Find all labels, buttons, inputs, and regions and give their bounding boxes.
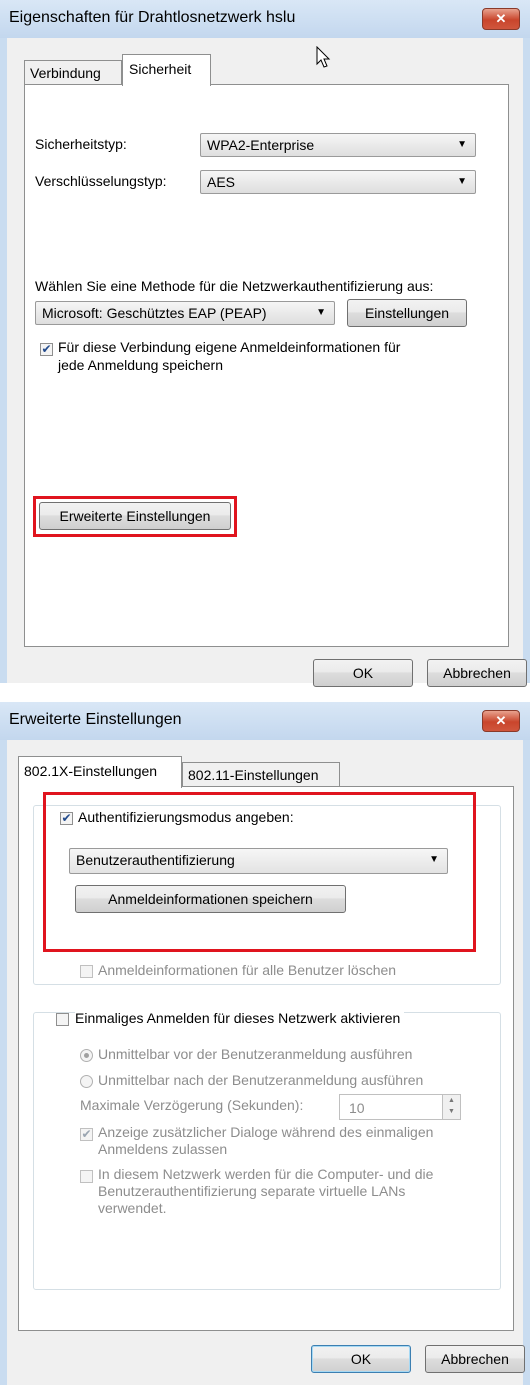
radio-after-logon[interactable]	[80, 1075, 93, 1088]
additional-dialogs-checkbox[interactable]: ✔	[80, 1128, 93, 1141]
additional-dialogs-label-line1: Anzeige zusätzlicher Dialoge während des…	[98, 1124, 434, 1140]
tab-sicherheit[interactable]: Sicherheit	[122, 54, 211, 86]
remember-credentials-checkbox[interactable]: ✔	[40, 343, 53, 356]
delete-credentials-checkbox[interactable]	[80, 965, 93, 978]
separate-vlan-checkbox[interactable]	[80, 1170, 93, 1183]
dialog-client-area: 802.1X-Einstellungen 802.11-Einstellunge…	[7, 740, 525, 1385]
additional-dialogs-label-line2: Anmeldens zulassen	[98, 1141, 228, 1157]
encryption-type-select[interactable]: AES ▼	[200, 170, 476, 194]
title-bar[interactable]: Erweiterte Einstellungen ✕	[0, 702, 530, 740]
checkmark-icon: ✔	[41, 342, 52, 356]
security-type-select[interactable]: WPA2-Enterprise ▼	[200, 133, 476, 157]
title-bar[interactable]: Eigenschaften für Drahtlosnetzwerk hslu …	[0, 0, 530, 38]
remember-credentials-label-line1: Für diese Verbindung eigene Anmeldeinfor…	[58, 339, 401, 355]
chevron-down-icon: ▼	[457, 176, 467, 187]
auth-method-select[interactable]: Microsoft: Geschütztes EAP (PEAP) ▼	[35, 301, 335, 325]
sso-label: Einmaliges Anmelden für dieses Netzwerk …	[75, 1010, 405, 1026]
chevron-down-icon: ▼	[316, 307, 326, 318]
8021x-tab-panel: ✔ Authentifizierungsmodus angeben: Benut…	[18, 786, 514, 1331]
sso-checkbox[interactable]	[56, 1013, 69, 1026]
close-button[interactable]: ✕	[482, 8, 520, 30]
security-type-value: WPA2-Enterprise	[207, 137, 315, 153]
remember-credentials-label-line2: jede Anmeldung speichern	[58, 357, 224, 373]
highlight-box	[43, 792, 476, 952]
chevron-down-icon: ▼	[457, 139, 467, 150]
tab-8021x[interactable]: 802.1X-Einstellungen	[18, 756, 182, 788]
encryption-type-label: Verschlüsselungstyp:	[35, 173, 167, 189]
tab-verbindung[interactable]: Verbindung	[24, 60, 122, 85]
wireless-properties-dialog: Eigenschaften für Drahtlosnetzwerk hslu …	[0, 0, 530, 687]
tab-80211[interactable]: 802.11-Einstellungen	[182, 762, 340, 787]
settings-button[interactable]: Einstellungen	[347, 299, 467, 327]
checkmark-icon: ✔	[81, 1127, 92, 1141]
auth-method-value: Microsoft: Geschütztes EAP (PEAP)	[42, 305, 267, 321]
separate-vlan-label-line3: verwendet.	[98, 1200, 167, 1216]
cancel-button[interactable]: Abbrechen	[427, 659, 527, 687]
cancel-button[interactable]: Abbrechen	[425, 1345, 525, 1373]
advanced-settings-dialog: Erweiterte Einstellungen ✕ 802.1X-Einste…	[0, 702, 530, 1385]
ok-button[interactable]: OK	[311, 1345, 411, 1373]
separate-vlan-label-line2: Benutzerauthentifizierung separate virtu…	[98, 1183, 406, 1199]
auth-method-label: Wählen Sie eine Methode für die Netzwerk…	[35, 278, 434, 294]
radio-after-logon-label: Unmittelbar nach der Benutzeranmeldung a…	[98, 1072, 424, 1088]
spinner-arrows[interactable]: ▲ ▼	[442, 1095, 460, 1119]
radio-before-logon-label: Unmittelbar vor der Benutzeranmeldung au…	[98, 1046, 413, 1062]
advanced-settings-button[interactable]: Erweiterte Einstellungen	[39, 502, 231, 530]
security-type-label: Sicherheitstyp:	[35, 136, 127, 152]
encryption-type-value: AES	[207, 174, 236, 190]
security-tab-panel: Sicherheitstyp: WPA2-Enterprise ▼ Versch…	[24, 84, 509, 647]
spin-down-icon[interactable]: ▼	[443, 1106, 460, 1117]
dialog-title: Eigenschaften für Drahtlosnetzwerk hslu	[9, 9, 296, 26]
close-button[interactable]: ✕	[482, 710, 520, 732]
delete-credentials-label: Anmeldeinformationen für alle Benutzer l…	[98, 962, 397, 978]
dialog-title: Erweiterte Einstellungen	[9, 711, 182, 728]
max-delay-spinner[interactable]: 10 ▲ ▼	[339, 1094, 461, 1120]
max-delay-value: 10	[349, 1100, 365, 1116]
ok-button[interactable]: OK	[313, 659, 413, 687]
radio-before-logon[interactable]	[80, 1049, 93, 1062]
separate-vlan-label-line1: In diesem Netzwerk werden für die Comput…	[98, 1166, 434, 1182]
mouse-cursor-icon	[316, 46, 331, 68]
radio-dot	[84, 1053, 89, 1058]
max-delay-label: Maximale Verzögerung (Sekunden):	[80, 1097, 304, 1113]
spin-up-icon[interactable]: ▲	[443, 1095, 460, 1106]
dialog-client-area: Verbindung Sicherheit Sicherheitstyp: WP…	[7, 38, 527, 687]
